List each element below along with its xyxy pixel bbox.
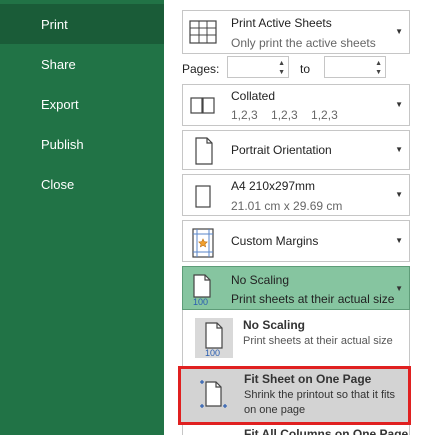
portrait-page-icon [188, 135, 218, 165]
scaling-option-title: No Scaling [243, 318, 306, 332]
margins-label: Custom Margins [231, 234, 319, 248]
sidebar-item-label: Print [41, 16, 68, 32]
paper-size-icon [188, 181, 218, 211]
backstage-print-view: Print Share Export Publish Close Print A… [0, 0, 433, 435]
scaling-option-description: Print sheets at their actual size [243, 335, 393, 347]
pages-from-input[interactable]: ▲ ▼ [227, 56, 289, 78]
pages-range: Pages: ▲ ▼ to ▲ ▼ [182, 56, 410, 80]
print-what-label: Print Active Sheets [231, 16, 332, 30]
no-scaling-icon: 100 [195, 318, 233, 358]
chevron-down-icon: ▼ [395, 284, 403, 293]
margins-dropdown[interactable]: Custom Margins ▼ [182, 220, 410, 262]
sidebar-item-label: Close [41, 176, 75, 192]
scaling-option-no-scaling[interactable]: 100 No Scaling Print sheets at their act… [183, 316, 409, 366]
chevron-down-icon: ▼ [395, 190, 403, 199]
backstage-sidebar: Print Share Export Publish Close [0, 0, 164, 435]
paper-size-description: 21.01 cm x 29.69 cm [231, 199, 343, 213]
sidebar-item-label: Share [41, 56, 76, 72]
sidebar-item-publish[interactable]: Publish [0, 124, 164, 164]
scaling-option-title[interactable]: Fit All Columns on One Page [244, 428, 408, 435]
collation-dropdown[interactable]: Collated 1,2,3 1,2,3 1,2,3 ▼ [182, 84, 410, 126]
sidebar-item-close[interactable]: Close [0, 164, 164, 204]
paper-size-dropdown[interactable]: A4 210x297mm 21.01 cm x 29.69 cm ▼ [182, 174, 410, 216]
scaling-dropdown[interactable]: 100 No Scaling Print sheets at their act… [182, 266, 410, 310]
collated-pages-icon [188, 91, 218, 121]
margins-icon [188, 227, 218, 258]
sidebar-item-share[interactable]: Share [0, 44, 164, 84]
orientation-dropdown[interactable]: Portrait Orientation ▼ [182, 130, 410, 170]
spinner-arrows-icon[interactable]: ▲ ▼ [375, 57, 382, 77]
chevron-down-icon: ▼ [395, 100, 403, 109]
scaling-description: Print sheets at their actual size [231, 292, 395, 306]
pages-to-input[interactable]: ▲ ▼ [324, 56, 386, 78]
pages-label: Pages: [182, 62, 220, 76]
no-scaling-icon: 100 [188, 273, 218, 307]
scaling-label: No Scaling [231, 273, 290, 287]
chevron-down-icon: ▼ [395, 236, 403, 245]
paper-size-label: A4 210x297mm [231, 179, 316, 193]
sheets-grid-icon [188, 17, 218, 47]
spinner-arrows-icon[interactable]: ▲ ▼ [278, 57, 285, 77]
collation-label: Collated [231, 89, 276, 103]
sidebar-item-label: Publish [41, 136, 84, 152]
print-what-description: Only print the active sheets [231, 36, 376, 50]
sidebar-item-print[interactable]: Print [0, 4, 164, 44]
orientation-label: Portrait Orientation [231, 143, 332, 157]
collation-description: 1,2,3 1,2,3 1,2,3 [231, 108, 338, 122]
print-what-dropdown[interactable]: Print Active Sheets Only print the activ… [182, 10, 410, 54]
sidebar-item-label: Export [41, 96, 79, 112]
svg-text:100: 100 [205, 348, 220, 358]
sidebar-item-export[interactable]: Export [0, 84, 164, 124]
pages-to-label: to [300, 62, 311, 76]
chevron-down-icon: ▼ [395, 27, 403, 36]
callout-highlight-frame [178, 366, 411, 425]
chevron-down-icon: ▼ [395, 145, 403, 154]
svg-text:100: 100 [193, 297, 208, 307]
